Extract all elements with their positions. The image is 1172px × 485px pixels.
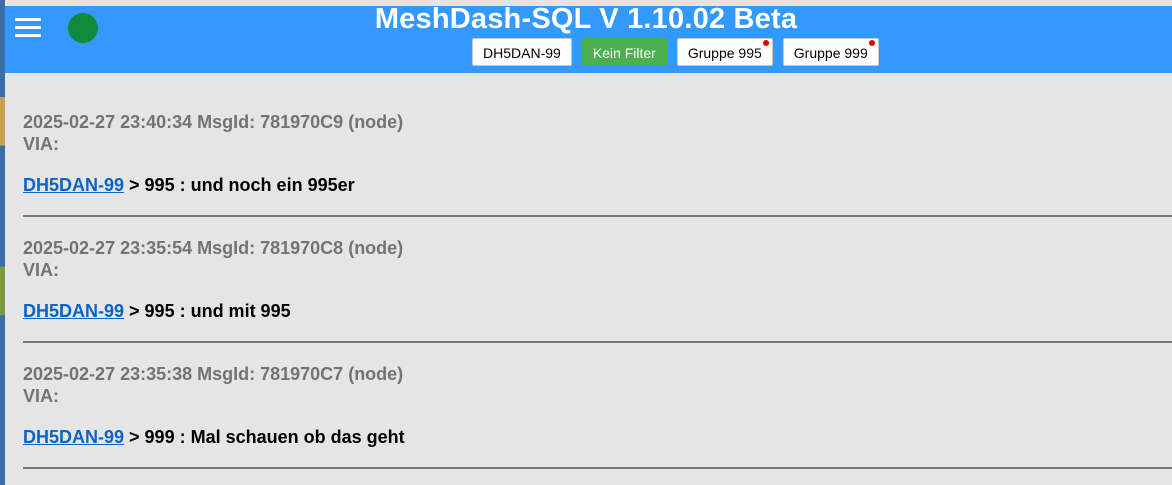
message-list: 2025-02-27 23:40:34 MsgId: 781970C9 (nod…	[0, 73, 1172, 469]
filter-button-gruppe-999[interactable]: Gruppe 999	[782, 38, 879, 66]
message-body: DH5DAN-99 > 995 : und mit 995	[23, 299, 1172, 323]
page-title: MeshDash-SQL V 1.10.02 Beta	[374, 3, 798, 35]
filter-button-dh5dan-99[interactable]: DH5DAN-99	[472, 38, 572, 66]
filter-button-gruppe-995[interactable]: Gruppe 995	[676, 38, 773, 66]
filter-button-label: Gruppe 995	[687, 45, 762, 61]
filter-button-kein-filter[interactable]: Kein Filter	[581, 38, 667, 66]
message-meta: 2025-02-27 23:35:38 MsgId: 781970C7 (nod…	[23, 364, 404, 384]
message-body: DH5DAN-99 > 999 : Mal schauen ob das geh…	[23, 425, 1172, 449]
message-via: VIA:	[23, 386, 59, 406]
message-via: VIA:	[23, 134, 59, 154]
message-item: 2025-02-27 23:40:34 MsgId: 781970C9 (nod…	[23, 73, 1172, 217]
message-item: 2025-02-27 23:35:54 MsgId: 781970C8 (nod…	[23, 217, 1172, 343]
message-text: > 995 : und mit 995	[124, 301, 291, 321]
sender-link[interactable]: DH5DAN-99	[23, 301, 124, 321]
message-body: DH5DAN-99 > 995 : und noch ein 995er	[23, 173, 1172, 197]
filter-button-label: DH5DAN-99	[483, 45, 561, 61]
unread-indicator-icon	[762, 40, 769, 46]
unread-indicator-icon	[868, 40, 875, 46]
sender-link[interactable]: DH5DAN-99	[23, 427, 124, 447]
message-text: > 995 : und noch ein 995er	[124, 175, 355, 195]
message-item: 2025-02-27 23:35:38 MsgId: 781970C7 (nod…	[23, 343, 1172, 469]
message-meta: 2025-02-27 23:35:54 MsgId: 781970C8 (nod…	[23, 238, 404, 258]
filter-button-label: Gruppe 999	[793, 45, 868, 61]
message-meta: 2025-02-27 23:40:34 MsgId: 781970C9 (nod…	[23, 112, 404, 132]
message-via: VIA:	[23, 260, 59, 280]
sender-link[interactable]: DH5DAN-99	[23, 175, 124, 195]
filter-bar: DH5DAN-99 Kein Filter Gruppe 995 Gruppe …	[472, 38, 879, 66]
filter-button-label: Kein Filter	[592, 45, 656, 61]
message-text: > 999 : Mal schauen ob das geht	[124, 427, 405, 447]
